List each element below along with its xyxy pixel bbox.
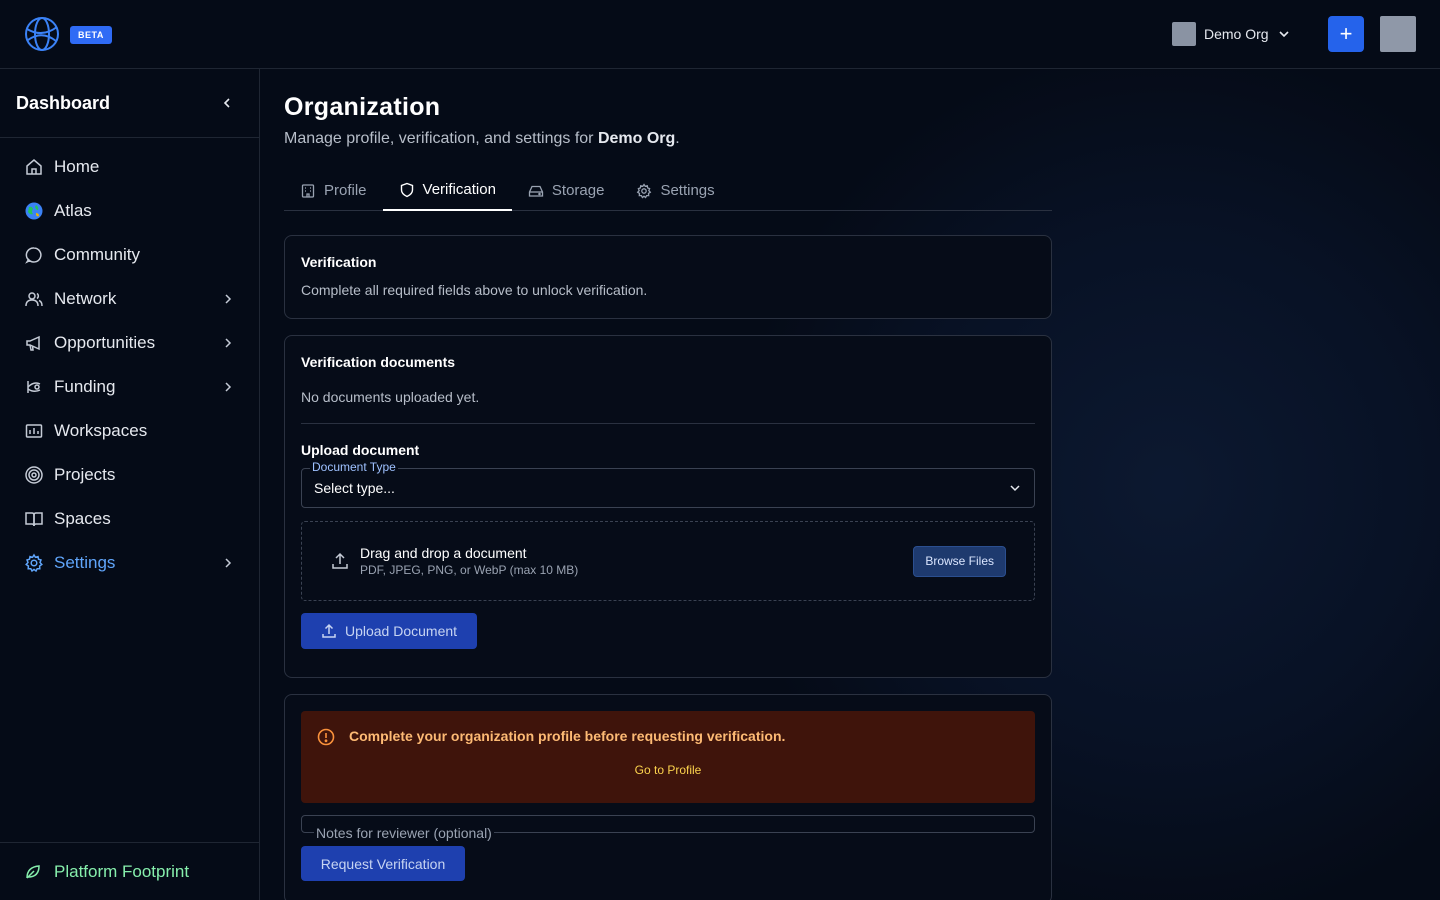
globe-icon	[25, 202, 43, 220]
create-button[interactable]: +	[1328, 16, 1364, 52]
sidebar-item-label: Funding	[54, 377, 116, 396]
subtitle-org-name: Demo Org	[597, 130, 676, 147]
browse-files-button[interactable]: Browse Files	[913, 545, 1006, 577]
tab-profile[interactable]: Profile	[284, 170, 383, 211]
subtitle-suffix: .	[675, 130, 680, 147]
platform-footprint-link[interactable]: Platform Footprint	[0, 842, 259, 900]
chevron-right-icon	[225, 338, 232, 348]
sidebar-header: Dashboard	[0, 69, 259, 138]
sidebar-item-label: Projects	[54, 465, 116, 484]
sidebar-item-opportunities[interactable]: Opportunities	[0, 321, 259, 365]
drop-title: Drag and drop a document	[360, 545, 527, 561]
upload-heading: Upload document	[301, 442, 420, 458]
users-icon	[25, 292, 43, 307]
funding-icon	[27, 381, 41, 393]
building-icon	[301, 183, 315, 198]
org-avatar	[1172, 22, 1196, 46]
hard-drive-icon	[528, 185, 544, 197]
sidebar-item-label: Atlas	[54, 201, 92, 220]
globe-logo-icon[interactable]	[24, 16, 60, 52]
sidebar-item-label: Community	[54, 245, 140, 264]
tab-label: Verification	[422, 181, 496, 198]
sidebar-item-settings[interactable]: Settings	[0, 541, 259, 585]
tab-settings[interactable]: Settings	[620, 170, 730, 211]
main-content: Organization Manage profile, verificatio…	[284, 69, 1052, 900]
home-icon	[26, 159, 42, 175]
sidebar-item-home[interactable]: Home	[0, 145, 259, 189]
sidebar-item-label: Settings	[54, 553, 116, 572]
user-avatar[interactable]	[1380, 16, 1416, 52]
request-verification-button[interactable]: Request Verification	[301, 846, 465, 881]
beta-badge: BETA	[70, 26, 112, 44]
upload-document-label: Upload Document	[344, 623, 458, 639]
chevron-down-icon	[1010, 485, 1020, 492]
chevron-right-icon	[225, 558, 232, 568]
upload-document-button[interactable]: Upload Document	[301, 613, 477, 649]
gear-icon	[25, 553, 43, 573]
org-name: Demo Org	[1204, 26, 1269, 42]
sidebar-item-label: Workspaces	[54, 421, 148, 440]
sidebar-item-label: Spaces	[54, 509, 111, 528]
sidebar-item-label: Home	[54, 157, 100, 176]
sidebar-nav: Home Atlas Community Network Opportuniti…	[0, 138, 259, 585]
sidebar-item-projects[interactable]: Projects	[0, 453, 259, 497]
tab-storage[interactable]: Storage	[512, 170, 621, 211]
upload-icon	[332, 552, 348, 569]
chevron-right-icon	[225, 294, 232, 304]
verification-card: Verification Complete all required field…	[284, 235, 1052, 319]
documents-divider	[301, 423, 1035, 424]
sidebar-item-funding[interactable]: Funding	[0, 365, 259, 409]
tab-label: Settings	[660, 182, 715, 199]
page-subtitle: Manage profile, verification, and settin…	[284, 130, 1052, 148]
upload-icon	[322, 623, 336, 638]
subtitle-prefix: Manage profile, verification, and settin…	[284, 130, 598, 147]
page-title: Organization	[284, 93, 441, 121]
org-switcher[interactable]: Demo Org	[1172, 22, 1291, 46]
book-icon	[25, 512, 43, 527]
platform-footprint-label: Platform Footprint	[54, 861, 190, 881]
workspace-icon	[25, 424, 43, 438]
gear-icon	[637, 182, 652, 199]
tab-verification[interactable]: Verification	[382, 170, 512, 211]
reviewer-notes-placeholder: Notes for reviewer (optional)	[314, 825, 494, 841]
sidebar-title: Dashboard	[16, 92, 111, 113]
chat-icon	[25, 247, 42, 264]
verification-documents-card: Verification documents No documents uplo…	[284, 335, 1052, 678]
top-bar: BETA Demo Org +	[0, 0, 1440, 69]
sidebar-item-spaces[interactable]: Spaces	[0, 497, 259, 541]
leaf-icon	[26, 864, 40, 879]
sidebar-item-workspaces[interactable]: Workspaces	[0, 409, 259, 453]
sidebar-item-atlas[interactable]: Atlas	[0, 189, 259, 233]
chevron-right-icon	[225, 382, 232, 392]
alert-circle-icon	[317, 728, 335, 746]
tab-label: Storage	[551, 182, 605, 199]
sidebar: Dashboard Home Atlas Community Network O…	[0, 69, 260, 900]
drop-text: Drag and drop a document PDF, JPEG, PNG,…	[360, 545, 578, 577]
target-icon	[25, 466, 43, 484]
go-to-profile-link[interactable]: Go to Profile	[301, 763, 1035, 777]
file-drop-zone[interactable]: Drag and drop a document PDF, JPEG, PNG,…	[301, 521, 1035, 601]
tab-label: Profile	[324, 182, 367, 199]
sidebar-item-label: Network	[54, 289, 117, 308]
collapse-sidebar-icon[interactable]	[219, 95, 235, 111]
alert-message: Complete your organization profile befor…	[349, 728, 786, 744]
chevron-down-icon	[1279, 31, 1289, 38]
reviewer-notes-field[interactable]: Notes for reviewer (optional)	[301, 815, 1035, 841]
document-type-label: Document Type	[310, 460, 398, 474]
sidebar-item-label: Opportunities	[54, 333, 156, 352]
documents-title: Verification documents	[301, 354, 456, 370]
drop-hint: PDF, JPEG, PNG, or WebP (max 10 MB)	[360, 563, 579, 577]
shield-icon	[400, 182, 413, 197]
verification-text: Complete all required fields above to un…	[301, 282, 648, 298]
document-type-value: Select type...	[314, 480, 395, 496]
verification-title: Verification	[301, 254, 377, 270]
documents-empty-text: No documents uploaded yet.	[301, 389, 480, 405]
megaphone-icon	[26, 335, 40, 351]
sidebar-item-community[interactable]: Community	[0, 233, 259, 277]
document-type-select[interactable]: Document Type Select type...	[301, 460, 1035, 508]
profile-incomplete-alert: Complete your organization profile befor…	[301, 711, 1035, 803]
request-verification-card: Complete your organization profile befor…	[284, 694, 1052, 900]
sidebar-item-network[interactable]: Network	[0, 277, 259, 321]
org-tabs: Profile Verification Storage Settings	[284, 170, 1052, 211]
